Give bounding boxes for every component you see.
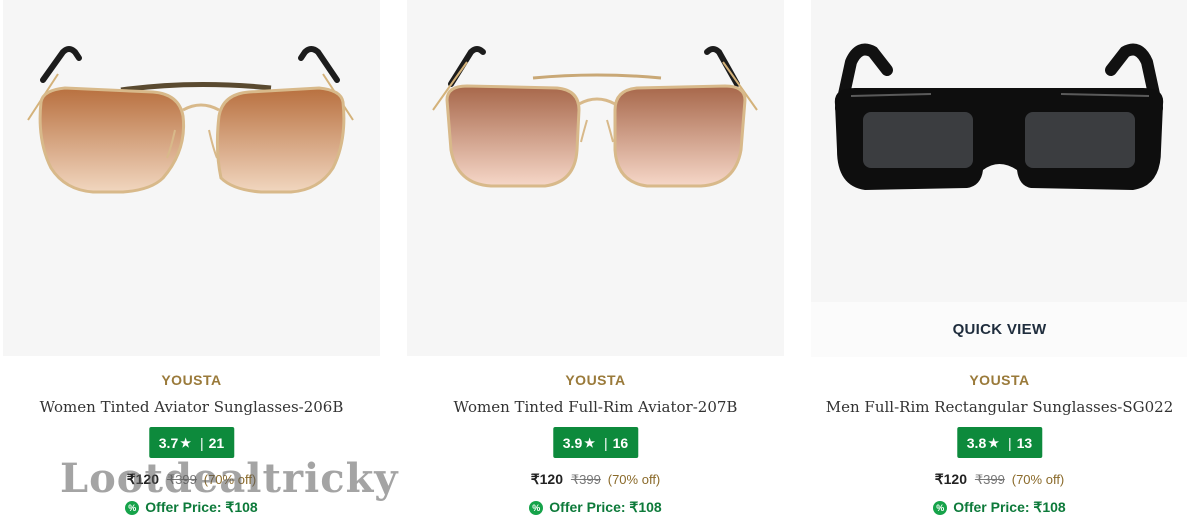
product-card[interactable]: YOUSTA Women Tinted Full-Rim Aviator-207… (407, 0, 784, 517)
product-name[interactable]: Women Tinted Full-Rim Aviator-207B (407, 398, 784, 416)
review-count: 16 (612, 434, 629, 451)
aviator-gold-pink-sunglasses-icon (432, 46, 758, 188)
aviator-gold-brown-sunglasses-icon (27, 46, 354, 194)
star-icon: ★ (180, 435, 192, 450)
product-image[interactable] (811, 0, 1187, 302)
product-brand: YOUSTA (969, 372, 1030, 388)
rating-separator: | (604, 434, 608, 451)
star-icon: ★ (584, 435, 596, 450)
star-icon: ★ (988, 435, 1000, 450)
mrp-price: ₹399 (570, 472, 601, 487)
offer-price: Offer Price: ₹108 (953, 499, 1066, 515)
product-grid: YOUSTA Women Tinted Aviator Sunglasses-2… (0, 0, 1187, 517)
discount-label: (70% off) (607, 472, 661, 487)
product-brand: YOUSTA (161, 372, 222, 388)
discount-tag-icon: % (529, 501, 544, 515)
watermark-text: Lootdealtricky (60, 455, 399, 502)
selling-price: ₹120 (934, 471, 967, 487)
discount-tag-icon: % (933, 501, 948, 515)
offer-price: Offer Price: ₹108 (549, 499, 662, 515)
black-rectangular-sunglasses-icon (834, 43, 1164, 190)
rating-separator: | (1008, 434, 1012, 451)
offer-price-row: % Offer Price: ₹108 (407, 499, 784, 516)
rating-value: 3.8 (966, 434, 987, 451)
review-count: 21 (208, 434, 225, 451)
selling-price: ₹120 (530, 471, 563, 487)
product-image[interactable] (3, 0, 380, 356)
product-name[interactable]: Men Full-Rim Rectangular Sunglasses-SG02… (811, 398, 1187, 416)
offer-price-row: % Offer Price: ₹108 (811, 499, 1187, 516)
rating-badge: 3.8 ★ | 13 (956, 427, 1043, 458)
discount-tag-icon: % (125, 501, 140, 515)
rating-value: 3.7 (158, 434, 179, 451)
discount-label: (70% off) (1011, 472, 1065, 487)
rating-badge: 3.7 ★ | 21 (148, 427, 235, 458)
rating-badge: 3.9 ★ | 16 (552, 427, 639, 458)
product-card[interactable]: QUICK VIEW YOUSTA Men Full-Rim Rectangul… (811, 0, 1187, 517)
product-card[interactable]: YOUSTA Women Tinted Aviator Sunglasses-2… (3, 0, 380, 517)
product-brand: YOUSTA (565, 372, 626, 388)
mrp-price: ₹399 (974, 472, 1005, 487)
rating-separator: | (200, 434, 204, 451)
quick-view-button[interactable]: QUICK VIEW (811, 302, 1187, 357)
product-name[interactable]: Women Tinted Aviator Sunglasses-206B (3, 398, 380, 416)
rating-value: 3.9 (562, 434, 583, 451)
product-image[interactable] (407, 0, 784, 356)
review-count: 13 (1016, 434, 1033, 451)
price-row: ₹120 ₹399 (70% off) (407, 471, 784, 488)
price-row: ₹120 ₹399 (70% off) (811, 471, 1187, 488)
